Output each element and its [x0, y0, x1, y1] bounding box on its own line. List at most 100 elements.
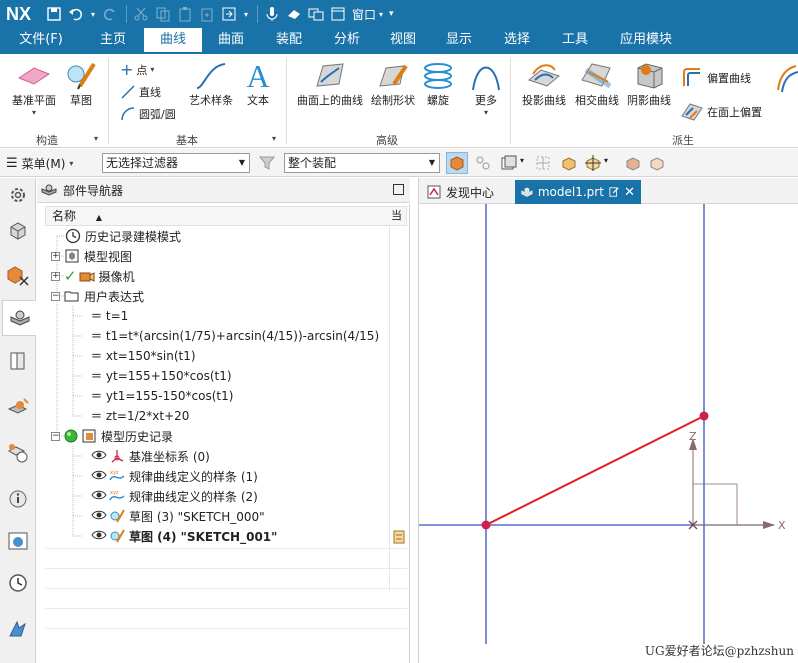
- redo-icon[interactable]: [100, 4, 120, 24]
- datum-plane-dropdown-icon[interactable]: ▾: [8, 108, 60, 117]
- snap-components-icon[interactable]: [474, 154, 492, 172]
- tree-item-feature[interactable]: xyz 规律曲线定义的样条 (2): [45, 486, 389, 506]
- part-navigator-tab-icon[interactable]: [2, 300, 36, 336]
- point-dropdown-icon[interactable]: ▾: [150, 65, 154, 74]
- offset-curve-button[interactable]: 偏置曲线: [680, 66, 751, 90]
- assembly-navigator-icon[interactable]: [560, 154, 578, 172]
- hd3d-tools-icon[interactable]: [5, 396, 31, 422]
- text-button[interactable]: A 文本: [240, 60, 276, 108]
- close-tab-icon[interactable]: ✕: [624, 185, 635, 200]
- tab-model1[interactable]: model1.prt ✕: [515, 180, 641, 204]
- window-icon[interactable]: [328, 4, 348, 24]
- window-menu[interactable]: 窗口: [352, 6, 376, 23]
- shadow-curve-button[interactable]: 阴影曲线: [624, 60, 674, 108]
- expand-icon[interactable]: +: [51, 251, 60, 261]
- filter-icon[interactable]: [258, 154, 276, 172]
- process-studio-icon[interactable]: [5, 616, 31, 642]
- line-button[interactable]: 直线: [120, 84, 161, 100]
- menu-button[interactable]: ☰ 菜单(M) ▾: [6, 155, 73, 172]
- tree-item-expression[interactable]: = yt=155+150*cos(t1): [45, 366, 389, 386]
- sketch-button[interactable]: 草图: [62, 60, 100, 108]
- save-icon[interactable]: [44, 4, 64, 24]
- model-viewport[interactable]: Z X: [419, 204, 798, 663]
- tab-view[interactable]: 视图: [376, 28, 430, 54]
- point-on-curve-icon[interactable]: [584, 154, 602, 172]
- tree-item-expression[interactable]: = t1=t*(arcsin(1/75)+arcsin(4/15))-arcsi…: [45, 326, 389, 346]
- tab-curve[interactable]: 曲线: [144, 28, 202, 54]
- collapse-icon[interactable]: −: [51, 431, 60, 441]
- point-button[interactable]: + 点 ▾: [120, 60, 154, 79]
- ribbon-overflow-icon[interactable]: [774, 62, 798, 94]
- offset-on-face-button[interactable]: 在面上偏置: [680, 100, 762, 124]
- type-filter-select[interactable]: 无选择过滤器 ▼: [102, 153, 250, 173]
- tree-item-history-mode[interactable]: 历史记录建模模式: [45, 226, 389, 246]
- tree-item-expression[interactable]: = xt=150*sin(t1): [45, 346, 389, 366]
- wireframe-icon[interactable]: [648, 154, 666, 172]
- history-clock-icon[interactable]: [5, 570, 31, 596]
- tree-item-user-expressions[interactable]: − 用户表达式: [45, 286, 389, 306]
- tab-application[interactable]: 应用模块: [604, 28, 688, 54]
- project-curve-button[interactable]: 投影曲线: [518, 60, 570, 108]
- more-dropdown-icon[interactable]: ▾: [466, 108, 506, 117]
- construct-group-menu-icon[interactable]: ▾: [94, 134, 98, 143]
- sketch-shape-button[interactable]: 绘制形状: [370, 60, 416, 108]
- snap-dropdown-icon[interactable]: ▾: [604, 156, 608, 165]
- show-hide-icon[interactable]: [624, 154, 642, 172]
- tab-analysis[interactable]: 分析: [318, 28, 376, 54]
- tab-assembly[interactable]: 装配: [260, 28, 318, 54]
- web-browser-tab-icon[interactable]: [5, 440, 31, 466]
- reuse-library-icon[interactable]: [5, 348, 31, 374]
- paste-special-icon[interactable]: [197, 4, 217, 24]
- selection-scope-icon[interactable]: [500, 154, 518, 172]
- curve-on-surface-button[interactable]: 曲面上的曲线: [294, 60, 366, 108]
- sketch-curve-line[interactable]: [485, 415, 705, 526]
- tab-discovery-center[interactable]: 发现中心: [421, 180, 500, 204]
- selection-scope-dropdown-icon[interactable]: ▾: [520, 156, 524, 165]
- tab-tools[interactable]: 工具: [546, 28, 604, 54]
- tree-item-feature[interactable]: 草图 (3) "SKETCH_000": [45, 506, 389, 526]
- tab-display[interactable]: 显示: [430, 28, 488, 54]
- repeat-command-icon[interactable]: [219, 4, 239, 24]
- graphics-window[interactable]: 发现中心 model1.prt ✕ Z X UG爱好者论坛@pzhzshun: [418, 178, 798, 663]
- basic-group-menu-icon[interactable]: ▾: [272, 134, 276, 143]
- intersect-curve-button[interactable]: 相交曲线: [572, 60, 622, 108]
- eye-icon[interactable]: [91, 469, 107, 484]
- switch-window-icon[interactable]: [306, 4, 326, 24]
- tree-item-model-history[interactable]: − 模型历史记录: [45, 426, 389, 446]
- gear-icon[interactable]: [5, 182, 31, 208]
- expand-icon[interactable]: +: [51, 271, 60, 281]
- arc-circle-button[interactable]: 圆弧/圆: [120, 106, 176, 122]
- web-icon[interactable]: [5, 528, 31, 554]
- column-header-name[interactable]: 名称 ▲ 当: [45, 206, 407, 226]
- tree-item-feature[interactable]: 基准坐标系 (0): [45, 446, 389, 466]
- assembly-scope-select[interactable]: 整个装配 ▼: [284, 153, 440, 173]
- column-current-label[interactable]: 当: [391, 207, 402, 225]
- datum-plane-button[interactable]: 基准平面 ▾: [8, 60, 60, 117]
- eye-icon[interactable]: [91, 449, 107, 464]
- microphone-icon[interactable]: [262, 4, 282, 24]
- tab-select[interactable]: 选择: [488, 28, 546, 54]
- tree-item-cameras[interactable]: + ✓ 摄像机: [45, 266, 389, 286]
- tree-item-expression[interactable]: = t=1: [45, 306, 389, 326]
- maximize-icon[interactable]: [393, 184, 404, 195]
- collapse-icon[interactable]: −: [51, 291, 60, 301]
- info-icon[interactable]: [5, 486, 31, 512]
- customize-dropdown-icon[interactable]: ▾: [389, 9, 394, 19]
- touch-mode-icon[interactable]: [284, 4, 304, 24]
- cut-icon[interactable]: [131, 4, 151, 24]
- tree-item-model-views[interactable]: + 模型视图: [45, 246, 389, 266]
- tab-file[interactable]: 文件(F): [0, 28, 82, 54]
- tab-surface[interactable]: 曲面: [202, 28, 260, 54]
- assembly-navigator-tab-icon[interactable]: [5, 218, 31, 244]
- studio-spline-button[interactable]: 艺术样条: [184, 60, 238, 108]
- eye-icon[interactable]: [91, 529, 107, 544]
- tree-item-expression[interactable]: = zt=1/2*xt+20: [45, 406, 389, 426]
- copy-icon[interactable]: [153, 4, 173, 24]
- curve-endpoint-start[interactable]: [481, 520, 491, 530]
- select-bodies-toggle[interactable]: [446, 152, 468, 174]
- tab-home[interactable]: 主页: [82, 28, 144, 54]
- tree-item-feature-current[interactable]: 草图 (4) "SKETCH_001": [45, 526, 389, 546]
- undo-icon[interactable]: [66, 4, 86, 24]
- tree-item-feature[interactable]: xyz 规律曲线定义的样条 (1): [45, 466, 389, 486]
- repeat-dropdown-icon[interactable]: ▾: [241, 4, 251, 24]
